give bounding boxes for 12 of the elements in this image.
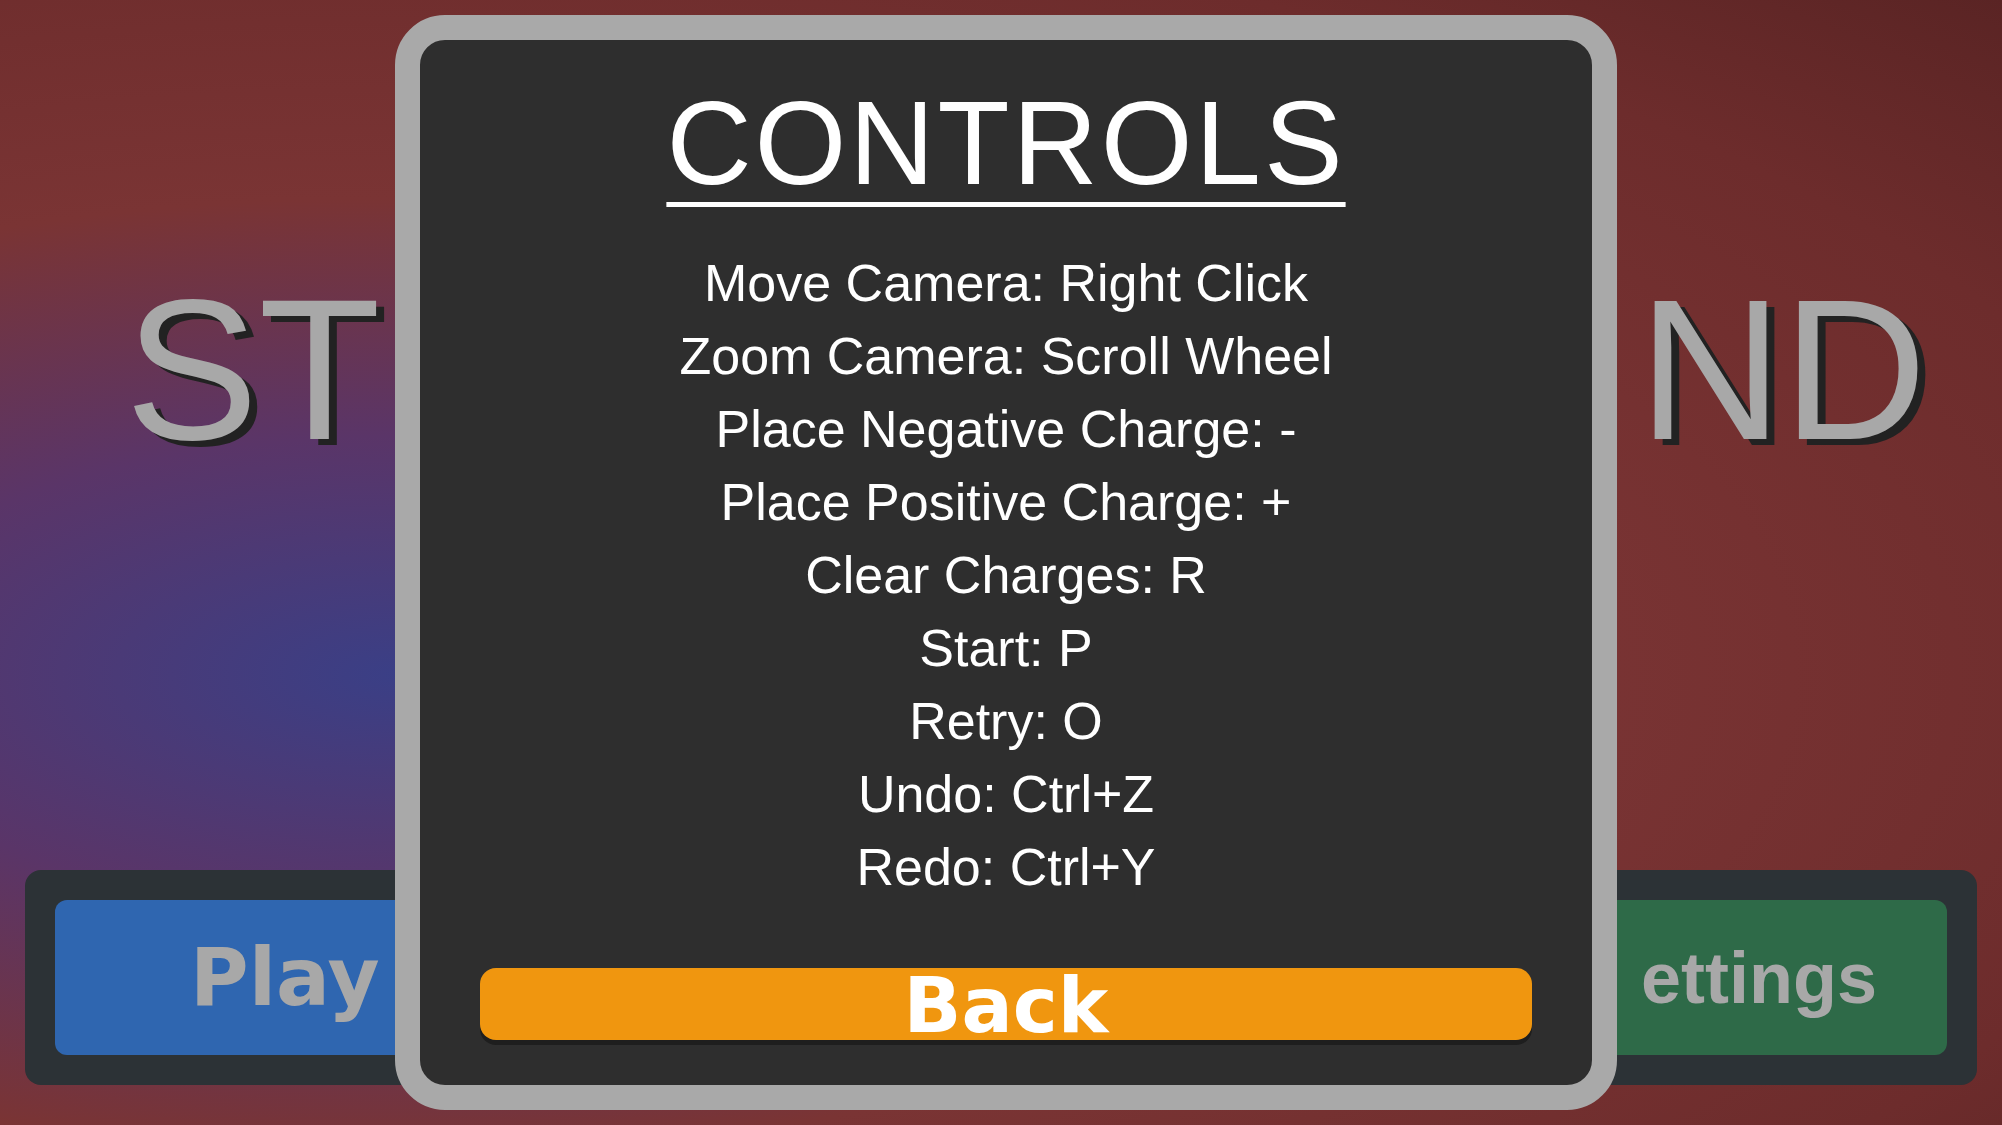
control-binding-text: Start: P xyxy=(919,617,1093,679)
dialog-title: CONTROLS xyxy=(666,76,1346,211)
control-binding-text: Move Camera: Right Click xyxy=(704,252,1308,314)
control-binding-text: Undo: Ctrl+Z xyxy=(857,763,1155,825)
control-binding-text: Place Positive Charge: + xyxy=(720,471,1292,533)
game-title-text: ST xyxy=(125,270,381,470)
game-title-text: ND xyxy=(1638,270,1927,470)
control-binding-text: Zoom Camera: Scroll Wheel xyxy=(679,325,1333,387)
control-binding-text: Redo: Ctrl+Y xyxy=(856,836,1156,898)
control-binding-text: Clear Charges: R xyxy=(805,544,1207,606)
control-binding-text: Place Negative Charge: - xyxy=(715,398,1297,460)
control-binding-text: Retry: O xyxy=(909,690,1103,752)
